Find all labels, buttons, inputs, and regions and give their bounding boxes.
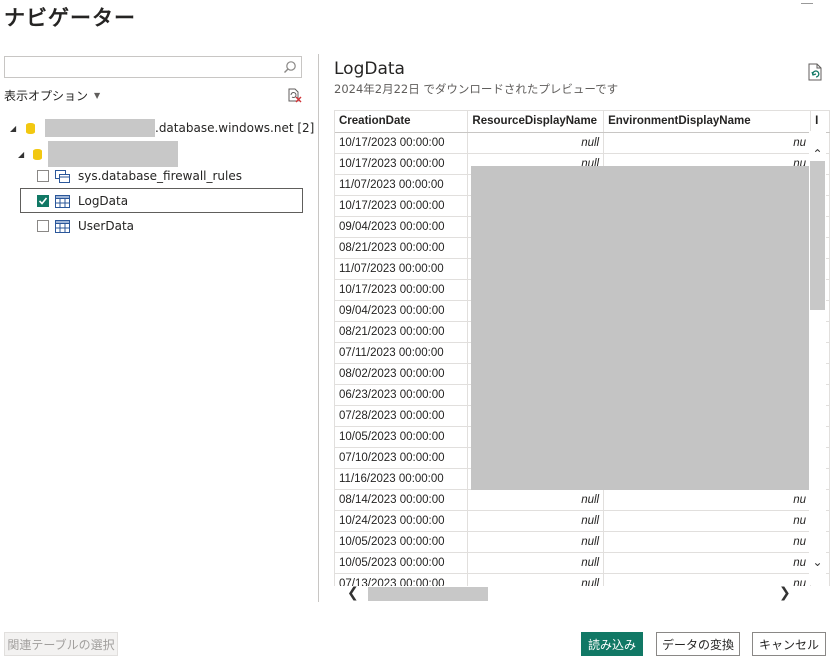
redacted-data-region	[471, 166, 809, 490]
table-cell[interactable]: 10/05/2023 00:00:00	[335, 426, 469, 448]
table-row[interactable]: 10/05/2023 00:00:00 null nu	[335, 531, 830, 553]
table-cell[interactable]: 07/28/2023 00:00:00	[335, 405, 469, 427]
table-cell[interactable]: null	[467, 510, 605, 532]
scroll-right-icon[interactable]: ❯	[779, 585, 791, 601]
table-cell[interactable]: null	[467, 573, 605, 586]
table-cell[interactable]: nu	[603, 552, 812, 574]
column-header[interactable]: I	[810, 111, 830, 133]
table-row[interactable]: 10/05/2023 00:00:00 null nu	[335, 552, 830, 574]
transform-data-button[interactable]: データの変換	[656, 632, 740, 656]
tree-item[interactable]: sys.database_firewall_rules	[37, 165, 242, 187]
search-input[interactable]	[4, 56, 302, 78]
display-options-label: 表示オプション	[4, 89, 89, 103]
preview-subtitle: 2024年2月22日 でダウンロードされたプレビューです	[334, 82, 619, 96]
table-cell[interactable]: 09/04/2023 00:00:00	[335, 300, 469, 322]
table-cell[interactable]: 10/17/2023 00:00:00	[335, 279, 469, 301]
table-cell[interactable]: null	[467, 552, 605, 574]
table-icon	[55, 194, 70, 208]
pane-splitter[interactable]	[318, 54, 319, 602]
table-cell[interactable]: 08/21/2023 00:00:00	[335, 321, 469, 343]
table-cell[interactable]: nu	[603, 132, 812, 154]
view-icon	[55, 169, 70, 183]
table-row[interactable]: 07/13/2023 00:00:00 null nu	[335, 573, 830, 586]
table-cell[interactable]: nu	[603, 510, 812, 532]
table-cell[interactable]: null	[467, 132, 605, 154]
cancel-button[interactable]: キャンセル	[752, 632, 826, 656]
table-cell[interactable]: 07/11/2023 00:00:00	[335, 342, 469, 364]
tree-item-label: LogData	[78, 194, 129, 208]
table-cell[interactable]: 10/17/2023 00:00:00	[335, 132, 469, 154]
tree-item-label: sys.database_firewall_rules	[78, 169, 243, 183]
table-cell[interactable]: null	[467, 531, 605, 553]
table-cell[interactable]: 08/21/2023 00:00:00	[335, 237, 469, 259]
tree-item[interactable]: LogData	[37, 190, 128, 212]
table-cell[interactable]: 11/16/2023 00:00:00	[335, 468, 469, 490]
table-cell[interactable]: 09/04/2023 00:00:00	[335, 216, 469, 238]
checkmark-icon	[38, 197, 48, 205]
table-cell[interactable]: 10/24/2023 00:00:00	[335, 510, 469, 532]
item-checkbox-checked[interactable]	[37, 195, 49, 207]
column-header[interactable]: ResourceDisplayName	[467, 111, 605, 133]
table-row[interactable]: 10/17/2023 00:00:00 null nu	[335, 132, 830, 154]
database-icon	[26, 122, 35, 134]
scroll-up-icon[interactable]: ⌃	[809, 147, 826, 161]
search-icon[interactable]	[281, 59, 299, 75]
table-cell[interactable]: null	[467, 489, 605, 511]
display-options-dropdown[interactable]: 表示オプション ▼	[4, 87, 100, 104]
expanded-triangle-icon[interactable]: ◢	[10, 124, 20, 133]
scroll-down-icon[interactable]: ⌄	[809, 555, 826, 569]
table-cell[interactable]: nu	[603, 531, 812, 553]
table-header-row: CreationDate ResourceDisplayName Environ…	[335, 111, 830, 133]
server-suffix-label: .database.windows.net [2]	[155, 121, 315, 135]
chevron-down-icon: ▼	[94, 91, 101, 100]
table-cell[interactable]: 10/17/2023 00:00:00	[335, 153, 469, 175]
tree-item-label: UserData	[78, 219, 135, 233]
vertical-scroll-thumb[interactable]	[810, 161, 825, 310]
scroll-left-icon[interactable]: ❮	[347, 585, 359, 601]
refresh-icon[interactable]	[286, 87, 302, 103]
database-icon	[33, 148, 42, 160]
table-cell[interactable]: 10/05/2023 00:00:00	[335, 531, 469, 553]
column-header[interactable]: EnvironmentDisplayName	[603, 111, 812, 133]
preview-title: LogData	[334, 59, 405, 79]
tree-server-node[interactable]: ◢ .database.windows.net [2]	[10, 117, 314, 139]
export-icon[interactable]	[807, 63, 823, 81]
redacted-database-name	[48, 141, 178, 167]
window-title: ナビゲーター	[4, 6, 136, 30]
table-cell[interactable]: 11/07/2023 00:00:00	[335, 258, 469, 280]
table-cell[interactable]: 08/02/2023 00:00:00	[335, 363, 469, 385]
table-cell[interactable]: 10/17/2023 00:00:00	[335, 195, 469, 217]
table-cell[interactable]: 11/07/2023 00:00:00	[335, 174, 469, 196]
table-cell[interactable]: 07/10/2023 00:00:00	[335, 447, 469, 469]
tree-item[interactable]: UserData	[37, 215, 134, 237]
expanded-triangle-icon[interactable]: ◢	[18, 150, 28, 159]
table-cell[interactable]: 08/14/2023 00:00:00	[335, 489, 469, 511]
maximize-icon[interactable]	[801, 0, 813, 4]
table-cell[interactable]: nu	[603, 489, 812, 511]
tree-database-node[interactable]: ◢	[18, 141, 178, 167]
redacted-server-name	[45, 119, 155, 137]
table-row[interactable]: 10/24/2023 00:00:00 null nu	[335, 510, 830, 532]
table-icon	[55, 219, 70, 233]
column-header[interactable]: CreationDate	[335, 111, 469, 133]
table-cell[interactable]: 06/23/2023 00:00:00	[335, 384, 469, 406]
table-row[interactable]: 08/14/2023 00:00:00 null nu	[335, 489, 830, 511]
item-checkbox[interactable]	[37, 220, 49, 232]
item-checkbox[interactable]	[37, 170, 49, 182]
select-related-tables-button[interactable]: 関連テーブルの選択	[4, 632, 118, 656]
load-button[interactable]: 読み込み	[581, 632, 643, 656]
horizontal-scroll-thumb[interactable]	[368, 587, 488, 601]
table-cell[interactable]: 10/05/2023 00:00:00	[335, 552, 469, 574]
